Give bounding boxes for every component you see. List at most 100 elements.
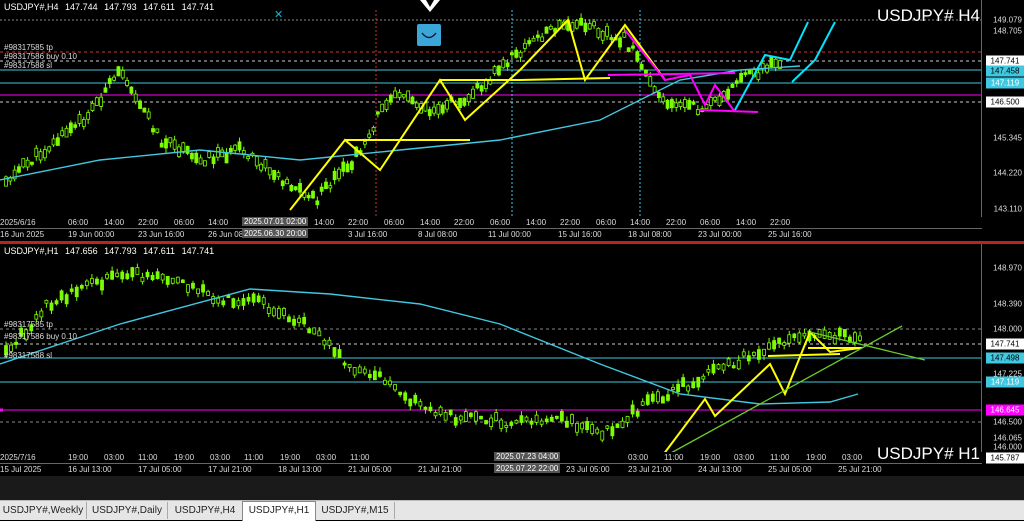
h4-time-label: 06:00 <box>490 218 511 227</box>
h4-candle <box>756 72 761 80</box>
h4-candle <box>462 97 467 106</box>
h1-candle <box>731 365 736 369</box>
h1-time-label: 03:00 <box>210 453 231 462</box>
h1-candle <box>261 297 266 305</box>
h4-candle <box>306 194 311 199</box>
h1-price-axis[interactable]: 148.970 148.390 148.000 147.741 147.498 … <box>981 244 1024 476</box>
h4-time-label: 06:00 <box>384 218 405 227</box>
h1-candle <box>716 364 721 370</box>
h4-candle <box>432 106 436 114</box>
h4-candle <box>138 100 142 110</box>
tab-daily[interactable]: USDJPY#,Daily <box>87 502 168 519</box>
h1-candle <box>317 330 322 337</box>
h1-candle <box>337 349 342 359</box>
h4-candle <box>410 96 415 105</box>
h1-time-label: 11:00 <box>664 453 684 462</box>
h4-candle <box>548 25 553 30</box>
h4-candle <box>285 178 289 185</box>
h1-close: 147.741 <box>181 246 215 256</box>
h4-candle <box>674 102 679 108</box>
h4-candle <box>492 66 497 74</box>
h1-date-marker: 2025.07.22 22:00 <box>494 464 561 473</box>
h4-date-label: 11 Jul 00:00 <box>488 230 531 239</box>
order-sl-label[interactable]: #98317588 sl <box>4 61 52 70</box>
h4-candle <box>211 156 216 165</box>
h1-candle <box>271 307 276 317</box>
h1-candle <box>661 396 665 404</box>
h4-candle <box>228 147 233 153</box>
h4-candle <box>224 152 229 164</box>
h4-price-axis[interactable]: 149.079 148.705 147.741 147.458 147.119 … <box>981 0 1024 241</box>
h1-candle <box>792 333 797 339</box>
h4-plot-area[interactable] <box>0 0 982 229</box>
h1-candle <box>120 271 125 280</box>
h1-candle <box>615 423 620 428</box>
order-tp-label[interactable]: #98317585 tp <box>4 320 53 329</box>
h1-candle <box>519 415 524 423</box>
h1-candle <box>686 385 691 392</box>
h4-date-axis[interactable]: 16 Jun 2025 19 Jun 00:00 23 Jun 16:00 26… <box>0 228 982 241</box>
h1-candle <box>762 348 766 356</box>
h1-candle <box>539 420 544 425</box>
h4-candle <box>458 97 462 108</box>
h1-chart-pane[interactable]: USDJPY#,H1 147.656 147.793 147.611 147.7… <box>0 244 1024 476</box>
h4-candle <box>479 85 484 92</box>
h1-candle <box>287 316 291 323</box>
h1-plot-area[interactable] <box>0 244 982 464</box>
h4-candle <box>592 21 596 27</box>
h4-time-label: 22:00 <box>348 218 369 227</box>
h1-candle <box>726 358 731 367</box>
h1-price-label: 146.000 <box>993 442 1022 452</box>
order-tp-label[interactable]: #98317585 tp <box>4 43 53 52</box>
one-click-trading-icon[interactable] <box>418 0 442 14</box>
order-buy-label[interactable]: #98317586 buy 0.10 <box>4 332 77 341</box>
h1-candle <box>150 274 155 281</box>
h4-candle <box>129 86 134 94</box>
h4-time-label: 06:00 <box>596 218 617 227</box>
h4-candle <box>605 25 609 37</box>
h1-candle <box>201 284 205 293</box>
h4-candle <box>276 172 281 178</box>
h1-candle <box>701 375 706 380</box>
h4-candle <box>388 94 393 103</box>
h4-candle <box>535 34 540 38</box>
h4-candle <box>730 83 735 88</box>
status-strip <box>0 476 1024 500</box>
h1-candle <box>640 401 645 406</box>
h4-candle <box>293 186 298 191</box>
h4-candle <box>661 96 666 103</box>
h4-candle <box>120 70 125 79</box>
h4-candle <box>25 159 30 168</box>
h1-candle <box>438 406 443 416</box>
h4-time-label: 06:00 <box>174 218 195 227</box>
h1-candle <box>393 384 398 391</box>
trade-signal-icon[interactable] <box>417 24 441 46</box>
h1-candle <box>853 332 857 343</box>
tab-h1[interactable]: USDJPY#,H1 <box>242 501 316 521</box>
order-sl-label[interactable]: #98317588 sl <box>4 351 52 360</box>
h1-candle <box>332 347 337 357</box>
h1-candle <box>463 411 468 422</box>
tab-h4[interactable]: USDJPY#,H4 <box>168 502 243 519</box>
h4-candle <box>155 128 160 133</box>
h4-candle <box>531 37 536 42</box>
h1-candle <box>858 335 862 341</box>
h4-candle <box>86 112 91 120</box>
h1-candle <box>468 412 473 417</box>
tab-weekly[interactable]: USDJPY#,Weekly <box>0 502 87 519</box>
h1-time-label: 19:00 <box>806 453 827 462</box>
h4-candle <box>172 139 177 150</box>
h4-chart-pane[interactable]: USDJPY#,H4 147.744 147.793 147.611 147.7… <box>0 0 1024 241</box>
h1-candle <box>135 267 140 275</box>
crosshair-icon[interactable]: ✕ <box>274 8 283 21</box>
tab-m15[interactable]: USDJPY#,M15 <box>316 502 395 519</box>
h1-open: 147.656 <box>65 246 98 256</box>
h1-date-axis[interactable]: 15 Jul 2025 16 Jul 13:00 17 Jul 05:00 17… <box>0 463 982 476</box>
h4-candle <box>380 103 385 113</box>
h1-candle <box>721 363 726 371</box>
h4-candle <box>393 90 398 99</box>
h4-candle <box>501 59 506 69</box>
h4-high: 147.793 <box>104 2 137 12</box>
h4-candle <box>669 99 674 109</box>
order-buy-label[interactable]: #98317586 buy 0.10 <box>4 52 77 61</box>
